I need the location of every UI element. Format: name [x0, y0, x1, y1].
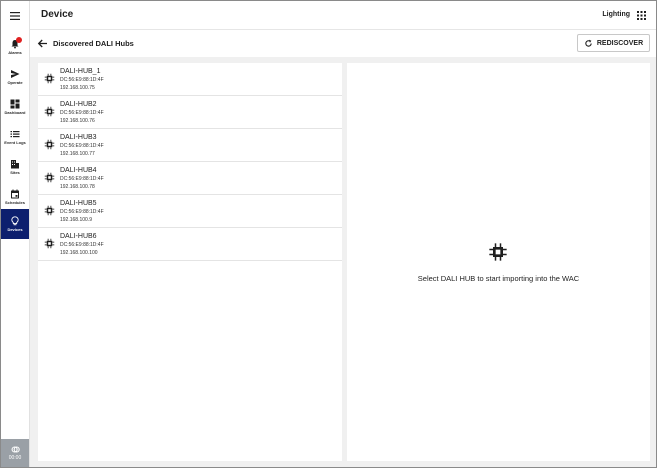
chip-icon [44, 172, 55, 183]
hub-ip: 192.168.100.77 [60, 151, 95, 157]
chip-icon [44, 106, 55, 117]
sidebar-item-label: Devices [7, 227, 23, 232]
sidebar-item-devices[interactable]: Devices [1, 209, 29, 239]
list-item[interactable]: DALI-HUB6 DC:56:E9:88:1D:4F 192.168.100.… [38, 228, 342, 261]
list-item[interactable]: DALI-HUB4 DC:56:E9:88:1D:4F 192.168.100.… [38, 162, 342, 195]
chip-icon [44, 205, 55, 216]
sidebar-item-sites[interactable]: Sites [1, 152, 29, 182]
calendar-icon [11, 189, 19, 199]
sidebar-item-label: Event Logs [4, 140, 26, 145]
top-bar: Device Lighting [30, 1, 656, 30]
hub-ip: 192.168.100.100 [60, 250, 98, 256]
hub-ip: 192.168.100.9 [60, 217, 92, 223]
hub-mac: DC:56:E9:88:1D:4F [60, 143, 104, 149]
app-window: Alarms Operate Dashboard Event Logs Site… [0, 0, 657, 468]
hub-ip: 192.168.100.76 [60, 118, 95, 124]
send-icon [11, 70, 20, 78]
chip-icon [44, 139, 55, 150]
rediscover-button[interactable]: REDISCOVER [577, 34, 650, 52]
sync-icon [11, 446, 20, 453]
context-label[interactable]: Lighting [602, 11, 630, 18]
alarm-badge [16, 37, 22, 43]
hub-name: DALI-HUB2 [60, 101, 97, 108]
sidebar-item-label: Schedules [4, 200, 25, 205]
list-item[interactable]: DALI-HUB3 DC:56:E9:88:1D:4F 192.168.100.… [38, 129, 342, 162]
hub-ip: 192.168.100.78 [60, 184, 95, 190]
hub-list: DALI-HUB_1 DC:56:E9:88:1D:4F 192.168.100… [38, 63, 342, 461]
list-icon [10, 131, 20, 138]
hub-name: DALI-HUB6 [60, 233, 97, 240]
clock-time: 00:00 [8, 455, 22, 461]
hub-mac: DC:56:E9:88:1D:4F [60, 110, 104, 116]
building-icon [11, 160, 19, 169]
page-title: Discovered DALI Hubs [53, 39, 134, 48]
sidebar-item-dashboard[interactable]: Dashboard [1, 92, 29, 122]
refresh-icon [585, 39, 592, 47]
hub-name: DALI-HUB4 [60, 167, 97, 174]
hub-name: DALI-HUB3 [60, 134, 97, 141]
bulb-icon [11, 216, 19, 226]
clock-widget[interactable]: 00:00 [1, 439, 29, 467]
chip-icon [489, 243, 507, 261]
hub-ip: 192.168.100.75 [60, 85, 95, 91]
list-item[interactable]: DALI-HUB5 DC:56:E9:88:1D:4F 192.168.100.… [38, 195, 342, 228]
back-arrow-icon[interactable] [37, 38, 48, 49]
sidebar-item-alarms[interactable]: Alarms [1, 32, 29, 62]
sidebar-item-label: Dashboard [4, 110, 26, 115]
hub-mac: DC:56:E9:88:1D:4F [60, 242, 104, 248]
chip-icon [44, 238, 55, 249]
hamburger-icon [10, 11, 20, 20]
list-item[interactable]: DALI-HUB2 DC:56:E9:88:1D:4F 192.168.100.… [38, 96, 342, 129]
sidebar-item-event-logs[interactable]: Event Logs [1, 122, 29, 152]
empty-state-message: Select DALI HUB to start importing into … [417, 274, 580, 283]
app-title: Device [41, 9, 74, 20]
sidebar: Alarms Operate Dashboard Event Logs Site… [1, 1, 30, 467]
hub-name: DALI-HUB5 [60, 200, 97, 207]
hub-mac: DC:56:E9:88:1D:4F [60, 77, 104, 83]
sidebar-item-operate[interactable]: Operate [1, 62, 29, 92]
sidebar-item-label: Alarms [8, 50, 22, 55]
sidebar-item-schedules[interactable]: Schedules [1, 182, 29, 212]
hub-mac: DC:56:E9:88:1D:4F [60, 176, 104, 182]
page-header: Discovered DALI Hubs REDISCOVER [30, 30, 656, 57]
menu-button[interactable] [1, 1, 29, 30]
rediscover-label: REDISCOVER [596, 39, 644, 47]
detail-panel: Select DALI HUB to start importing into … [347, 63, 650, 461]
list-item[interactable]: DALI-HUB_1 DC:56:E9:88:1D:4F 192.168.100… [38, 63, 342, 96]
hub-mac: DC:56:E9:88:1D:4F [60, 209, 104, 215]
dashboard-icon [10, 99, 20, 109]
chip-icon [44, 73, 55, 84]
hub-name: DALI-HUB_1 [60, 68, 101, 75]
apps-grid-icon[interactable] [637, 11, 646, 20]
sidebar-item-label: Operate [7, 80, 23, 85]
sidebar-item-label: Sites [10, 170, 20, 175]
